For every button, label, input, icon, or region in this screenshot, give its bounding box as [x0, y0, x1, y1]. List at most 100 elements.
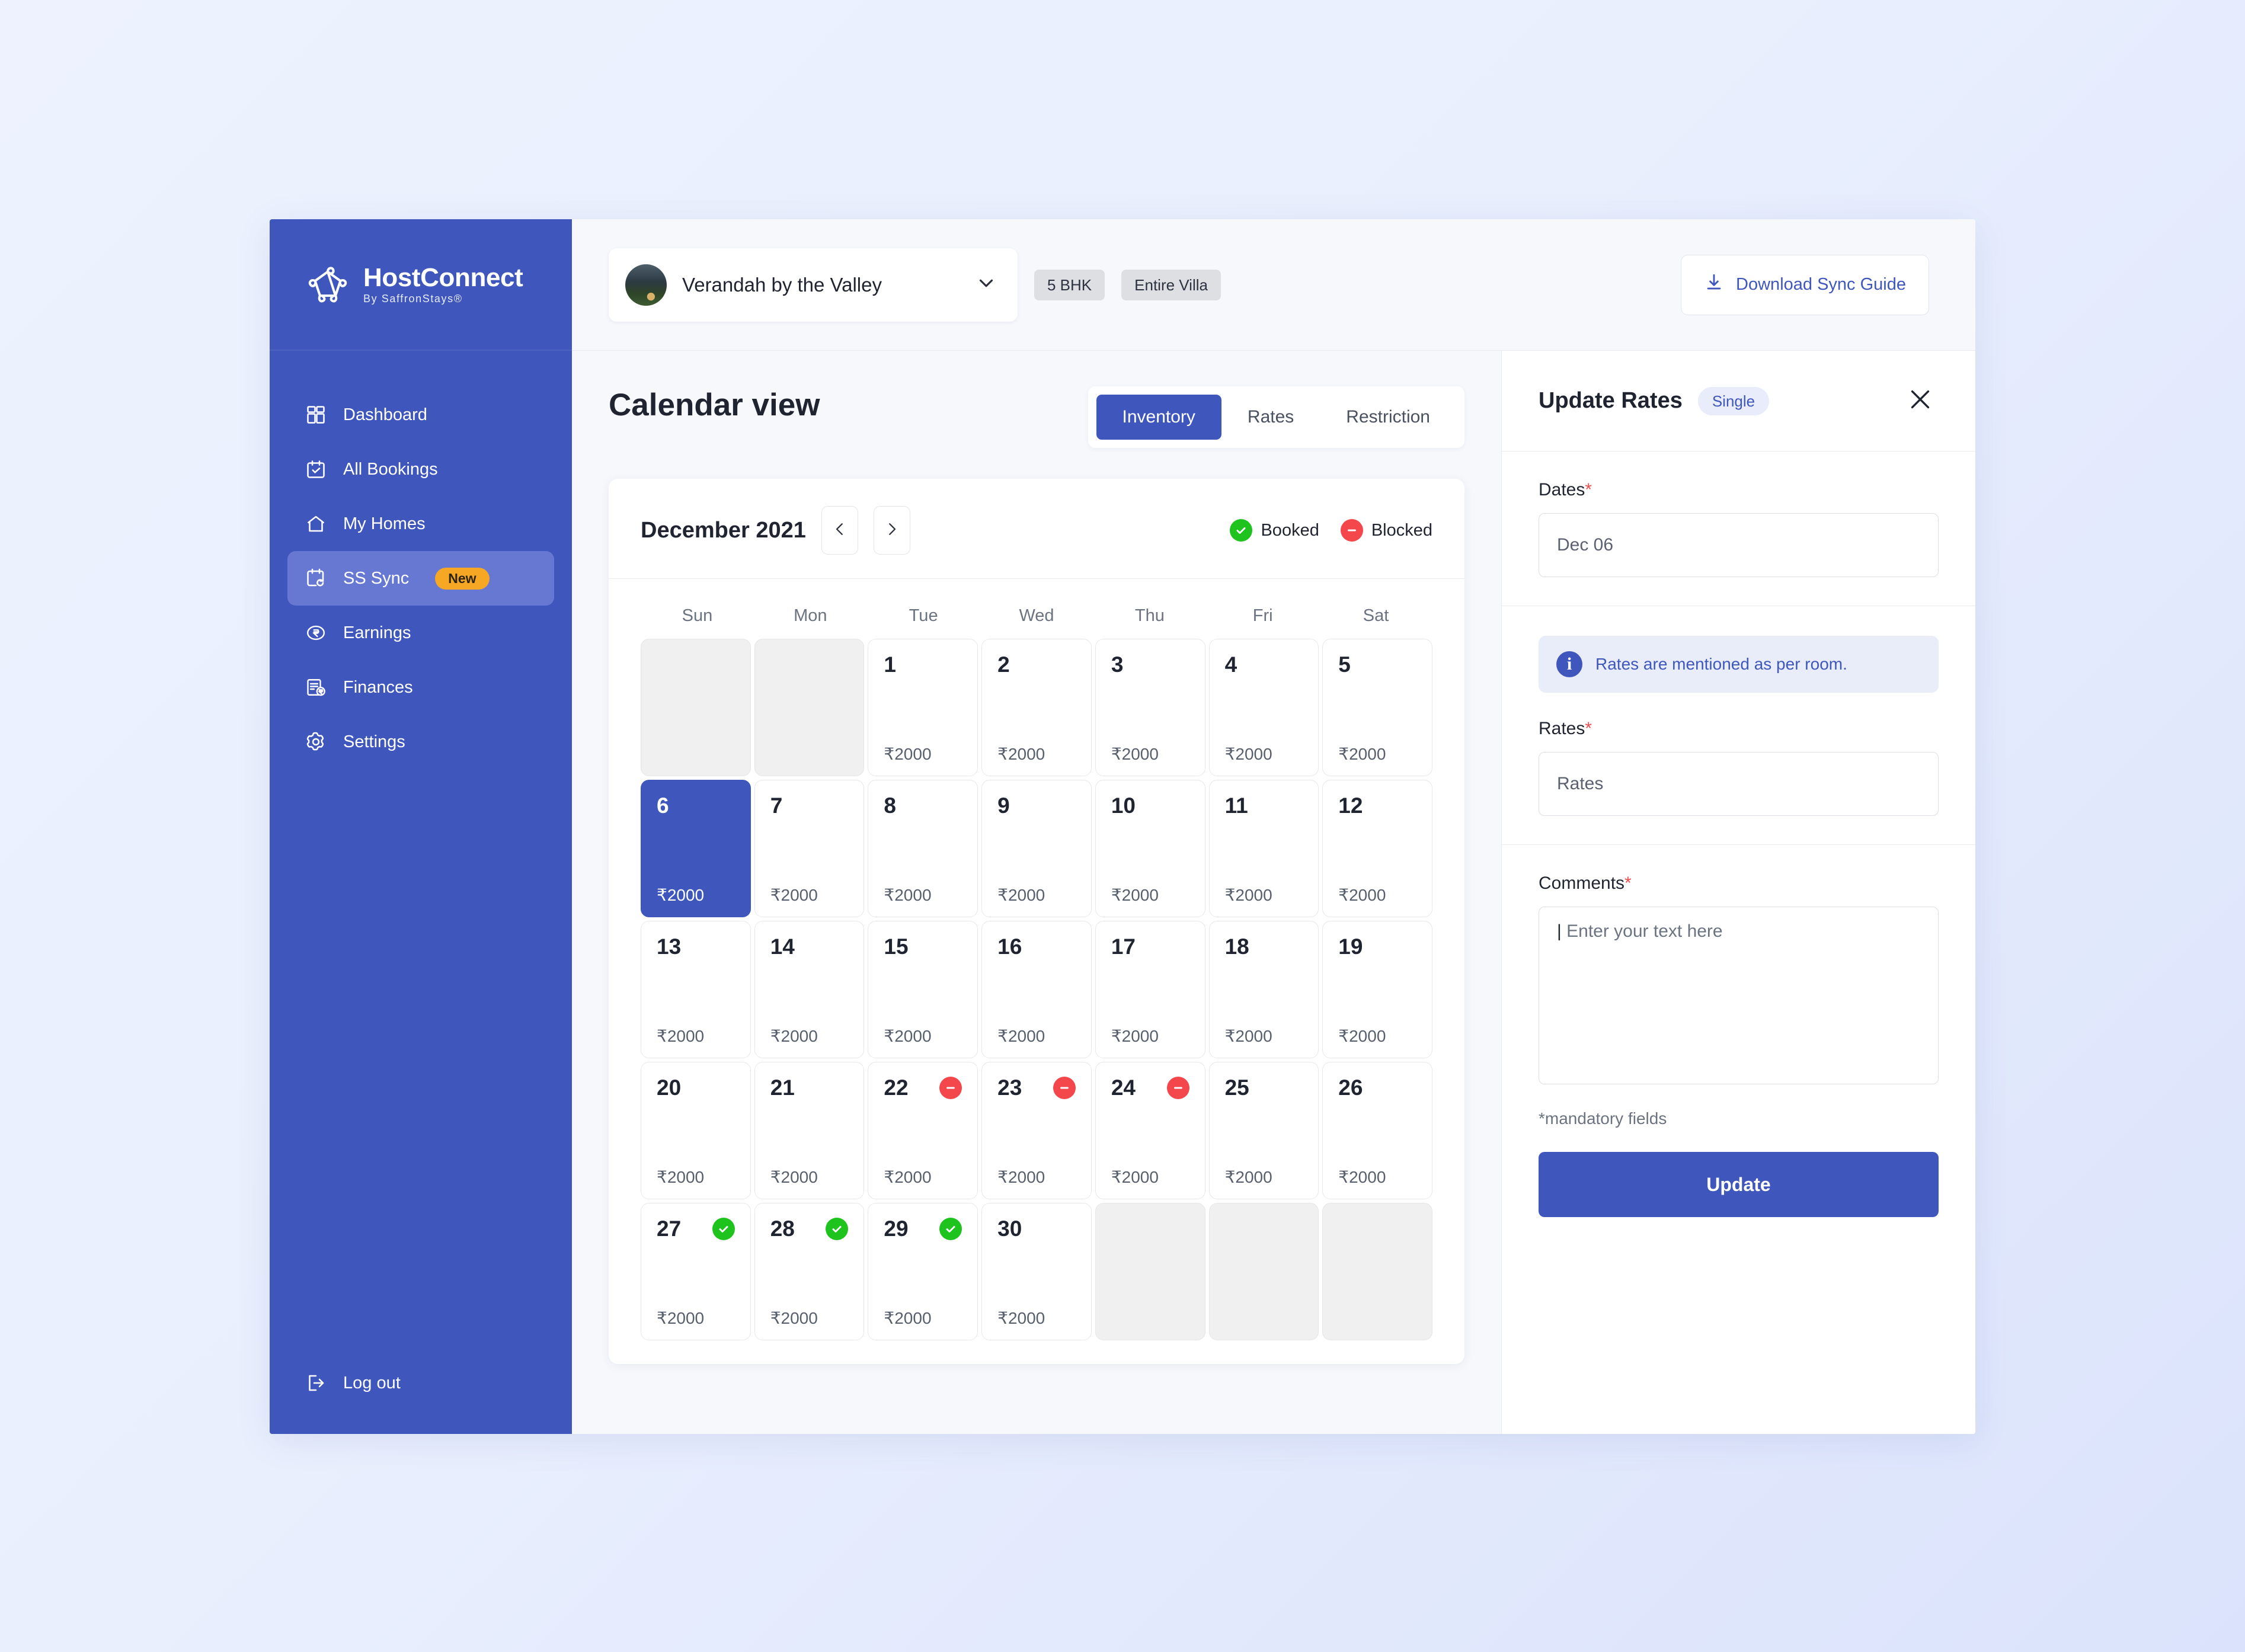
calendar-cell[interactable]: 21 ₹2000	[754, 1062, 865, 1199]
calendar-day-rate: ₹2000	[1338, 745, 1386, 763]
comments-section: Comments* | Enter your text here *mandat…	[1502, 845, 1975, 1246]
next-month-button[interactable]	[873, 506, 910, 555]
rates-section: i Rates are mentioned as per room. Rates…	[1502, 606, 1975, 845]
calendar-day-rate: ₹2000	[884, 1309, 932, 1327]
calendar-day-rate: ₹2000	[657, 1168, 705, 1186]
calendar-day-number: 7	[770, 793, 783, 818]
calendar-cell[interactable]: 3 ₹2000	[1095, 639, 1205, 776]
calendar-cell[interactable]: 20 ₹2000	[641, 1062, 751, 1199]
sidebar-item-label: Settings	[343, 732, 405, 751]
sidebar: HostConnect By SaffronStays® Dashboard A…	[270, 219, 572, 1434]
calendar-day-rate: ₹2000	[1224, 1168, 1272, 1186]
tab-inventory[interactable]: Inventory	[1096, 395, 1221, 440]
property-avatar	[625, 264, 667, 306]
minus-circle-icon	[939, 1077, 962, 1099]
calendar-day-rate: ₹2000	[1338, 1027, 1386, 1045]
grid-dashboard-icon	[304, 403, 328, 427]
calendar-cell[interactable]: 19 ₹2000	[1322, 921, 1432, 1058]
calendar-cell[interactable]: 27 ₹2000	[641, 1203, 751, 1340]
calendar-cell[interactable]: 5 ₹2000	[1322, 639, 1432, 776]
panel-mode-badge: Single	[1697, 386, 1770, 415]
calendar-day-number: 6	[657, 793, 669, 818]
rates-label: Rates*	[1539, 719, 1592, 738]
calendar-cell[interactable]: 4 ₹2000	[1208, 639, 1319, 776]
calendar-day-number: 8	[884, 793, 896, 818]
property-selector[interactable]: Verandah by the Valley	[609, 248, 1018, 322]
calendar-cell[interactable]: 1 ₹2000	[868, 639, 978, 776]
calendar-cell[interactable]: 16 ₹2000	[981, 921, 1092, 1058]
month-label: December 2021	[641, 517, 806, 543]
calendar-cell[interactable]: 8 ₹2000	[868, 780, 978, 917]
sidebar-item-earnings[interactable]: Earnings	[287, 606, 554, 660]
calendar-cell[interactable]: 10 ₹2000	[1095, 780, 1205, 917]
calendar-cell[interactable]: 18 ₹2000	[1208, 921, 1319, 1058]
brand-title: HostConnect	[363, 263, 523, 292]
calendar-cell[interactable]: 25 ₹2000	[1208, 1062, 1319, 1199]
check-circle-icon	[1230, 519, 1253, 542]
calendar-cell[interactable]: 9 ₹2000	[981, 780, 1092, 917]
calendar-cell[interactable]: 12 ₹2000	[1322, 780, 1432, 917]
rates-info-banner: i Rates are mentioned as per room.	[1539, 636, 1939, 693]
calendar-day-number: 9	[997, 793, 1010, 818]
panel-title: Update Rates	[1539, 388, 1683, 413]
prev-month-button[interactable]	[821, 506, 858, 555]
calendar-day-number: 15	[884, 934, 909, 959]
weekday-label: Fri	[1252, 606, 1273, 625]
check-circle-icon	[712, 1218, 735, 1240]
calendar-cell[interactable]: 15 ₹2000	[868, 921, 978, 1058]
calendar-day-rate: ₹2000	[997, 1309, 1045, 1327]
sidebar-item-dashboard[interactable]: Dashboard	[287, 388, 554, 442]
calendar-day-number: 17	[1111, 934, 1136, 959]
sidebar-item-settings[interactable]: Settings	[287, 715, 554, 769]
close-panel-button[interactable]	[1902, 383, 1939, 420]
calendar-day-number: 21	[770, 1075, 795, 1100]
download-sync-guide-button[interactable]: Download Sync Guide	[1681, 254, 1929, 315]
calendar-day-rate: ₹2000	[1338, 1168, 1386, 1186]
weekday-label: Thu	[1134, 606, 1165, 625]
calendar-cell[interactable]: 24 ₹2000	[1095, 1062, 1205, 1199]
calendar-day-number: 3	[1111, 652, 1124, 677]
calendar-grid: 1 ₹2000 2 ₹2000 3 ₹2000 4 ₹2000 5 ₹2000 6 ₹2000 7 ₹20…	[609, 639, 1464, 1340]
sidebar-item-all-bookings[interactable]: All Bookings	[287, 442, 554, 497]
tab-restriction[interactable]: Restriction	[1320, 395, 1456, 440]
rates-input[interactable]: Rates	[1539, 752, 1939, 816]
rupee-circle-icon	[304, 621, 328, 645]
calendar-check-icon	[304, 457, 328, 481]
calendar-cell[interactable]: 22 ₹2000	[868, 1062, 978, 1199]
sidebar-item-my-homes[interactable]: My Homes	[287, 497, 554, 551]
calendar-cell-empty	[1095, 1203, 1205, 1340]
close-icon	[1907, 386, 1934, 416]
sidebar-nav: Dashboard All Bookings My Homes SS Sync …	[270, 351, 572, 769]
calendar-cell[interactable]: 6 ₹2000	[641, 780, 751, 917]
comments-textarea[interactable]: | Enter your text here	[1539, 907, 1939, 1084]
calendar-day-number: 4	[1224, 652, 1237, 677]
brand-logo: HostConnect By SaffronStays®	[270, 219, 572, 351]
sidebar-item-logout[interactable]: Log out	[287, 1356, 554, 1410]
update-button[interactable]: Update	[1539, 1152, 1939, 1217]
calendar-cell[interactable]: 28 ₹2000	[754, 1203, 865, 1340]
sidebar-item-ss-sync[interactable]: SS Sync New	[287, 551, 554, 606]
calendar-cell[interactable]: 29 ₹2000	[868, 1203, 978, 1340]
calendar-day-rate: ₹2000	[997, 886, 1045, 904]
calendar-cell[interactable]: 2 ₹2000	[981, 639, 1092, 776]
dates-label: Dates*	[1539, 480, 1592, 500]
calendar-toolbar: December 2021 Booked Blocked	[609, 479, 1464, 579]
calendar-cell[interactable]: 14 ₹2000	[754, 921, 865, 1058]
dates-input[interactable]: Dec 06	[1539, 513, 1939, 577]
sidebar-new-badge: New	[435, 567, 490, 590]
calendar-cell[interactable]: 26 ₹2000	[1322, 1062, 1432, 1199]
info-icon: i	[1556, 651, 1582, 677]
calendar-cell[interactable]: 11 ₹2000	[1208, 780, 1319, 917]
calendar-cell[interactable]: 17 ₹2000	[1095, 921, 1205, 1058]
sidebar-item-finances[interactable]: Finances	[287, 660, 554, 715]
calendar-cell[interactable]: 23 ₹2000	[981, 1062, 1092, 1199]
tab-rates[interactable]: Rates	[1221, 395, 1320, 440]
calendar-day-rate: ₹2000	[1111, 745, 1159, 763]
calendar-cell[interactable]: 13 ₹2000	[641, 921, 751, 1058]
calendar-day-rate: ₹2000	[657, 886, 705, 904]
calendar-cell[interactable]: 7 ₹2000	[754, 780, 865, 917]
legend-blocked: Blocked	[1340, 519, 1432, 542]
calendar-cell[interactable]: 30 ₹2000	[981, 1203, 1092, 1340]
panel-header: Update Rates Single	[1502, 351, 1975, 452]
required-marker: *	[1585, 719, 1592, 738]
